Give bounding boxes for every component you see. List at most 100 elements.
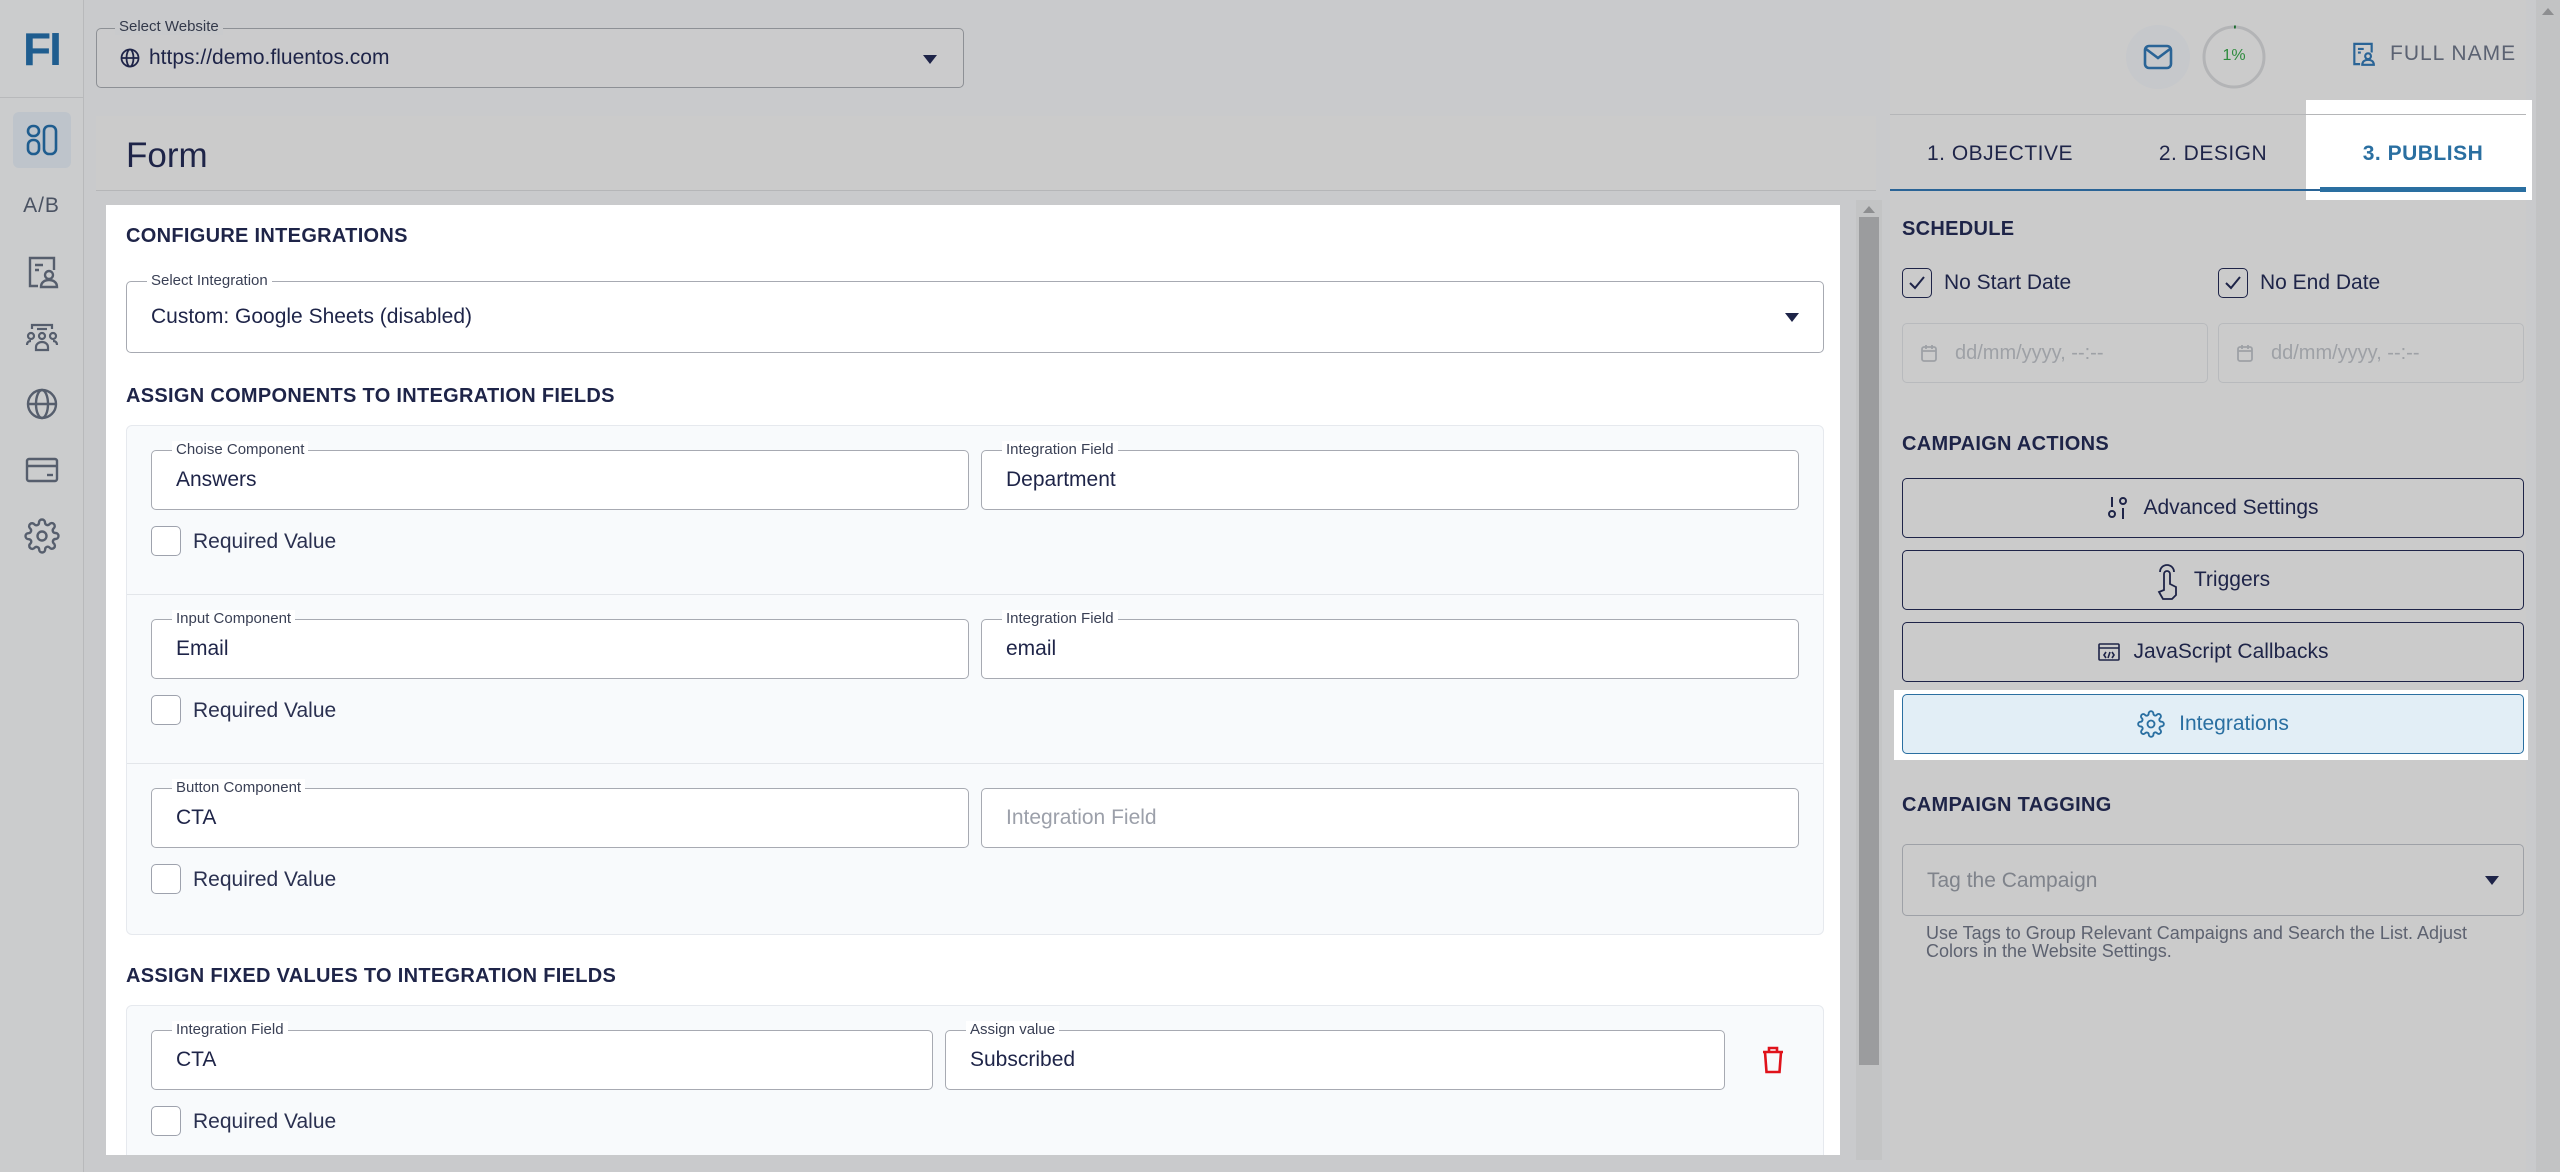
field-label: Choise Component [172, 441, 309, 459]
field-value: CTA [176, 806, 217, 829]
globe-icon [120, 48, 140, 68]
sidebar-item-contacts[interactable] [13, 244, 71, 300]
sidebar-item-billing[interactable] [13, 442, 71, 498]
no-start-date-label: No Start Date [1944, 271, 2072, 294]
tagging-hint: Use Tags to Group Relevant Campaigns and… [1926, 923, 2467, 961]
component-mappings: Choise Component Answers Integration Fie… [126, 425, 1824, 935]
advanced-settings-button[interactable]: Advanced Settings [1902, 478, 2524, 538]
required-value-label: Required Value [193, 530, 337, 553]
field-value: Subscribed [970, 1048, 1076, 1071]
triggers-label: Triggers [2193, 568, 2271, 591]
field-label: Integration Field [172, 1021, 288, 1039]
tab-objective[interactable]: 1. OBJECTIVE [1890, 115, 2110, 192]
website-select[interactable]: Select Website https://demo.fluentos.com [96, 18, 964, 88]
chevron-down-icon [923, 55, 937, 64]
sidebar: FI A/B [0, 0, 84, 1172]
page-title: Form [126, 136, 208, 175]
fixed-value-mappings: Integration Field CTA Assign value Subsc… [126, 1005, 1824, 1155]
globe-icon [26, 388, 57, 420]
page-scrollbar[interactable] [2536, 0, 2560, 1172]
integrations-button[interactable]: Integrations [1902, 694, 2524, 754]
sidebar-item-websites[interactable] [13, 376, 71, 432]
field-label: Input Component [172, 610, 296, 628]
start-date-input[interactable]: dd/mm/yyyy, --:-- [1902, 323, 2208, 383]
sidebar-nav: A/B [0, 98, 83, 564]
field-value: Email [176, 637, 229, 660]
scroll-up-icon[interactable] [1863, 206, 1875, 213]
divider [127, 594, 1823, 595]
form-header: Form [96, 116, 1876, 191]
assign-components-title: ASSIGN COMPONENTS TO INTEGRATION FIELDS [126, 385, 615, 407]
contact-card-icon [2353, 42, 2375, 66]
chevron-down-icon [1785, 313, 1799, 322]
divider [127, 763, 1823, 764]
tag-campaign-select[interactable]: Tag the Campaign [1902, 844, 2524, 916]
fixed-integration-field[interactable]: Integration Field CTA [151, 1021, 933, 1090]
gear-icon [23, 518, 60, 554]
end-date-input[interactable]: dd/mm/yyyy, --:-- [2218, 323, 2524, 383]
assign-fixed-values-title: ASSIGN FIXED VALUES TO INTEGRATION FIELD… [126, 965, 617, 987]
required-value-checkbox[interactable] [151, 695, 181, 725]
sidebar-item-ab-testing[interactable]: A/B [13, 178, 71, 234]
chevron-down-icon [2485, 876, 2499, 885]
field-value: CTA [176, 1048, 217, 1071]
scrollbar-thumb[interactable] [1859, 217, 1879, 1065]
grid-icon [26, 124, 57, 156]
campaign-actions-title: CAMPAIGN ACTIONS [1902, 433, 2110, 455]
integration-field-input[interactable]: Integration Field Department [981, 441, 1799, 510]
trash-icon[interactable] [1761, 1046, 1785, 1074]
pointer-hand-icon [2157, 564, 2177, 600]
website-select-label: Select Website [115, 18, 223, 35]
publish-panel: 1% FULL NAME 1. OBJECTIVE 2. DESIGN 3. P… [1890, 0, 2532, 1172]
integration-field-input[interactable]: Integration Field email [981, 610, 1799, 679]
ab-test-label: A/B [23, 194, 60, 217]
user-menu[interactable]: FULL NAME [2350, 40, 2516, 68]
integration-field-input[interactable]: Integration Field [981, 788, 1799, 848]
required-value-label: Required Value [193, 1110, 337, 1133]
javascript-callbacks-label: JavaScript Callbacks [2133, 640, 2329, 663]
field-label: Integration Field [1002, 610, 1118, 628]
tab-publish[interactable]: 3. PUBLISH [2320, 115, 2526, 192]
panel-scrollbar[interactable] [1856, 200, 1882, 1160]
required-value-checkbox[interactable] [151, 864, 181, 894]
gear-icon [2137, 710, 2165, 738]
triggers-button[interactable]: Triggers [1902, 550, 2524, 610]
tab-design[interactable]: 2. DESIGN [2110, 115, 2316, 192]
button-component-field[interactable]: Button Component CTA [151, 779, 969, 848]
start-date-placeholder: dd/mm/yyyy, --:-- [1955, 342, 2104, 364]
sidebar-item-campaigns[interactable] [12, 112, 71, 168]
input-component-field[interactable]: Input Component Email [151, 610, 969, 679]
scroll-up-icon[interactable] [2542, 8, 2554, 15]
field-placeholder: Integration Field [1006, 806, 1157, 829]
calendar-icon [1921, 345, 1937, 362]
required-value-checkbox[interactable] [151, 526, 181, 556]
configure-integrations-title: CONFIGURE INTEGRATIONS [126, 225, 408, 247]
required-value-checkbox[interactable] [151, 1106, 181, 1136]
javascript-callbacks-button[interactable]: JavaScript Callbacks [1902, 622, 2524, 682]
calendar-icon [2237, 345, 2253, 362]
integration-select-value: Custom: Google Sheets (disabled) [151, 305, 472, 328]
main-area: Select Website https://demo.fluentos.com… [84, 0, 1890, 1172]
choice-component-field[interactable]: Choise Component Answers [151, 441, 969, 510]
integration-select-label: Select Integration [147, 272, 272, 290]
no-end-date-checkbox[interactable] [2218, 268, 2248, 298]
app-logo[interactable]: FI [0, 0, 83, 98]
field-label: Integration Field [1002, 441, 1118, 459]
schedule-title: SCHEDULE [1902, 218, 2015, 240]
sidebar-item-audiences[interactable] [13, 310, 71, 366]
no-start-date-checkbox[interactable] [1902, 268, 1932, 298]
sidebar-item-settings[interactable] [13, 508, 71, 564]
progress-label: 1% [2222, 47, 2246, 64]
integrations-panel: CONFIGURE INTEGRATIONS Select Integratio… [106, 205, 1840, 1155]
code-window-icon [2097, 643, 2120, 661]
assign-value-field[interactable]: Assign value Subscribed [945, 1021, 1725, 1090]
field-value: Department [1006, 468, 1116, 491]
messages-button[interactable] [2126, 25, 2190, 89]
contact-card-icon [28, 256, 58, 289]
integration-select[interactable]: Select Integration Custom: Google Sheets… [126, 272, 1824, 353]
no-end-date-label: No End Date [2260, 271, 2381, 294]
check-icon [1909, 276, 1925, 290]
website-select-value: https://demo.fluentos.com [149, 46, 390, 69]
integrations-label: Integrations [2179, 712, 2289, 735]
advanced-settings-label: Advanced Settings [2143, 496, 2319, 519]
